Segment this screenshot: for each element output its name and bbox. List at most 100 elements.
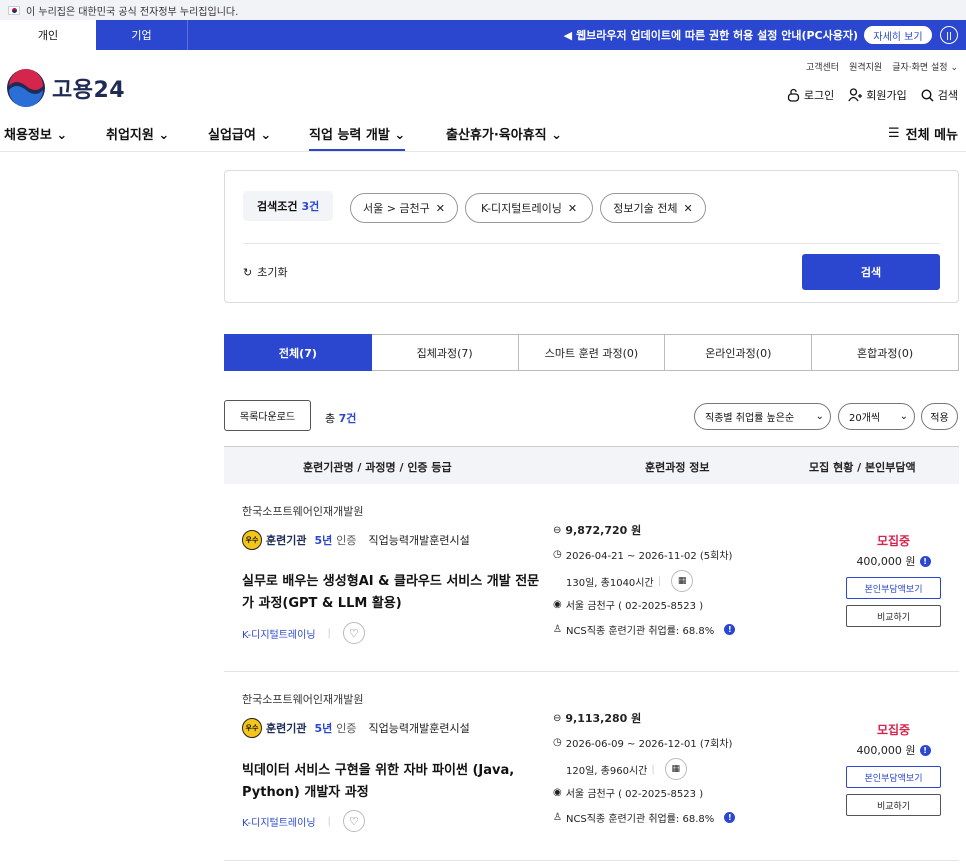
course-row[interactable]: 한국소프트웨어인재개발원 우수 훈련기관 5년 인증 직업능력개발훈련시설 실무… (224, 485, 959, 672)
reset-button[interactable]: ↻ 초기화 (243, 264, 288, 280)
program-tag: K-디지털트레이닝 | ♡ (242, 810, 365, 832)
person-icon: ♙ (553, 812, 562, 823)
course-period: ◷ 2026-06-09 ~ 2026-12-01 (7회차) (553, 737, 733, 750)
course-price: ⊖ 9,113,280 원 (553, 712, 642, 725)
info-icon[interactable]: ! (724, 812, 736, 823)
compare-button[interactable]: 비교하기 (846, 605, 941, 627)
filter-chip-program[interactable]: K-디지털트레이닝 ✕ (465, 193, 593, 223)
calendar-icon[interactable]: ▦ (664, 758, 687, 780)
certification: 우수 훈련기관 5년 인증 직업능력개발훈련시설 (242, 718, 470, 738)
program-tag: K-디지털트레이닝 | ♡ (242, 622, 365, 644)
close-icon[interactable]: ✕ (436, 202, 445, 215)
institution-name[interactable]: 한국소프트웨어인재개발원 (242, 503, 363, 519)
course-location: ◉ 서울 금천구 ( 02-2025-8523 ) (553, 599, 704, 612)
course-hours: 130일, 총1040시간 | ▦ (566, 570, 694, 592)
compare-button[interactable]: 비교하기 (846, 794, 941, 816)
nav-item-skills[interactable]: 직업 능력 개발 ⌄ (309, 124, 406, 151)
close-icon[interactable]: ✕ (684, 202, 693, 215)
institution-name[interactable]: 한국소프트웨어인재개발원 (242, 691, 363, 707)
table-header: 훈련기관명 / 과정명 / 인증 등급 훈련과정 정보 모집 현황 / 본인부담… (224, 446, 959, 484)
util-link-support[interactable]: 고객센터 (806, 60, 839, 73)
clock-icon: ◷ (553, 549, 562, 560)
condition-label: 검색조건 3건 (243, 191, 334, 221)
coin-icon: ⊖ (553, 712, 562, 724)
course-price: ⊖ 9,872,720 원 (553, 524, 642, 537)
column-header: 모집 현황 / 본인부담액 (809, 461, 916, 474)
site-logo[interactable]: 고용24 (6, 68, 125, 108)
tab-online[interactable]: 온라인과정(0) (665, 334, 813, 371)
main-nav: 채용정보 ⌄ 취업지원 ⌄ 실업급여 ⌄ 직업 능력 개발 ⌄ 출산휴가·육아휴… (0, 118, 966, 152)
view-fee-button[interactable]: 본인부담액보기 (846, 766, 941, 788)
notice-link[interactable]: ◀ 웹브라우저 업데이트에 따른 권한 허용 설정 안내(PC사용자) (564, 20, 858, 50)
nav-item-jobs[interactable]: 채용정보 ⌄ (4, 124, 67, 143)
tab-business[interactable]: 기업 (96, 20, 188, 50)
signup-link[interactable]: 회원가입 (848, 87, 907, 103)
excellent-badge-icon: 우수 (242, 530, 262, 550)
column-header: 훈련기관명 / 과정명 / 인증 등급 (303, 461, 452, 474)
clock-icon: ◷ (553, 737, 562, 748)
util-link-remote[interactable]: 원격지원 (849, 60, 882, 73)
filter-chip-region[interactable]: 서울 > 금천구 ✕ (350, 193, 458, 223)
sort-select[interactable]: 직종별 취업률 높은순 ⌄ (694, 403, 831, 430)
condition-count: 3건 (301, 200, 320, 213)
course-row[interactable]: 한국소프트웨어인재개발원 우수 훈련기관 5년 인증 직업능력개발훈련시설 빅데… (224, 673, 959, 861)
course-period: ◷ 2026-04-21 ~ 2026-11-02 (5회차) (553, 549, 733, 562)
detail-button[interactable]: 자세히 보기 (864, 26, 932, 44)
view-fee-button[interactable]: 본인부담액보기 (846, 577, 941, 599)
course-type-tabs: 전체(7) 집체과정(7) 스마트 훈련 과정(0) 온라인과정(0) 혼합과정… (224, 334, 959, 371)
heart-icon[interactable]: ♡ (342, 810, 365, 832)
heart-icon[interactable]: ♡ (342, 622, 365, 644)
calendar-icon[interactable]: ▦ (671, 570, 694, 592)
taegeuk-logo-icon (7, 69, 45, 107)
info-icon[interactable]: ! (919, 555, 931, 567)
pin-icon: ◉ (553, 599, 562, 610)
search-icon (921, 88, 934, 102)
search-link[interactable]: 검색 (921, 87, 958, 103)
tab-smart[interactable]: 스마트 훈련 과정(0) (518, 334, 666, 371)
nav-item-unemployment[interactable]: 실업급여 ⌄ (208, 124, 271, 143)
excellent-badge-icon: 우수 (242, 718, 262, 738)
per-page-select[interactable]: 20개씩 ⌄ (838, 403, 915, 430)
self-pay-fee: 400,000 원! (846, 742, 941, 758)
column-header: 훈련과정 정보 (645, 461, 710, 474)
course-employment: ♙ NCS직종 훈련기관 취업률: 68.8%! (553, 810, 736, 825)
pause-icon[interactable]: || (940, 26, 958, 44)
download-list-button[interactable]: 목록다운로드 (224, 400, 311, 431)
logo-text: 고용24 (52, 78, 126, 103)
course-hours: 120일, 총960시간 | ▦ (566, 758, 687, 780)
info-icon[interactable]: ! (724, 624, 736, 635)
tab-classroom[interactable]: 집체과정(7) (371, 334, 519, 371)
search-conditions: 검색조건 3건 서울 > 금천구 ✕ K-디지털트레이닝 ✕ 정보기술 전체 ✕ ↻ … (224, 170, 959, 303)
hamburger-icon: ☰ (887, 126, 900, 141)
filter-chip-category[interactable]: 정보기술 전체 ✕ (600, 193, 706, 223)
util-link-display[interactable]: 글자·화면 설정 ⌄ (892, 60, 958, 73)
nav-item-leave[interactable]: 출산휴가·육아휴직 ⌄ (446, 124, 562, 143)
divider (243, 243, 940, 244)
login-link[interactable]: 로그인 (787, 87, 834, 103)
recruit-status: 모집중 400,000 원! 본인부담액보기 비교하기 (846, 721, 941, 816)
user-plus-icon (848, 88, 863, 102)
nav-item-employment-support[interactable]: 취업지원 ⌄ (106, 124, 169, 143)
tab-blended[interactable]: 혼합과정(0) (812, 334, 959, 371)
notice-text: 웹브라우저 업데이트에 따른 권한 허용 설정 안내(PC사용자) (576, 29, 858, 42)
tab-personal[interactable]: 개인 (0, 20, 96, 50)
tab-all[interactable]: 전체(7) (224, 334, 372, 371)
chevron-down-icon: ⌄ (815, 411, 824, 422)
person-icon: ♙ (553, 624, 562, 635)
course-title[interactable]: 빅데이터 서비스 구현을 위한 자바 파이썬 (Java, Python) 개발… (242, 760, 542, 804)
recruit-status: 모집중 400,000 원! 본인부담액보기 비교하기 (846, 532, 941, 627)
close-icon[interactable]: ✕ (568, 202, 577, 215)
course-employment: ♙ NCS직종 훈련기관 취업률: 68.8%! (553, 622, 736, 637)
chevron-down-icon: ⌄ (899, 411, 908, 422)
all-menu-button[interactable]: ☰ 전체 메뉴 (888, 124, 958, 143)
gov-banner: 이 누리집은 대한민국 공식 전자정부 누리집입니다. (0, 0, 966, 20)
status-badge: 모집중 (876, 534, 911, 548)
course-title[interactable]: 실무로 배우는 생성형AI & 클라우드 서비스 개발 전문가 과정(GPT &… (242, 571, 542, 615)
refresh-icon: ↻ (243, 265, 253, 279)
apply-button[interactable]: 적용 (921, 403, 958, 430)
info-icon[interactable]: ! (919, 744, 931, 756)
course-location: ◉ 서울 금천구 ( 02-2025-8523 ) (553, 787, 704, 800)
search-button[interactable]: 검색 (802, 254, 940, 290)
korea-flag-icon (8, 5, 20, 15)
top-bar: 개인 기업 ◀ 웹브라우저 업데이트에 따른 권한 허용 설정 안내(PC사용자… (0, 20, 966, 50)
